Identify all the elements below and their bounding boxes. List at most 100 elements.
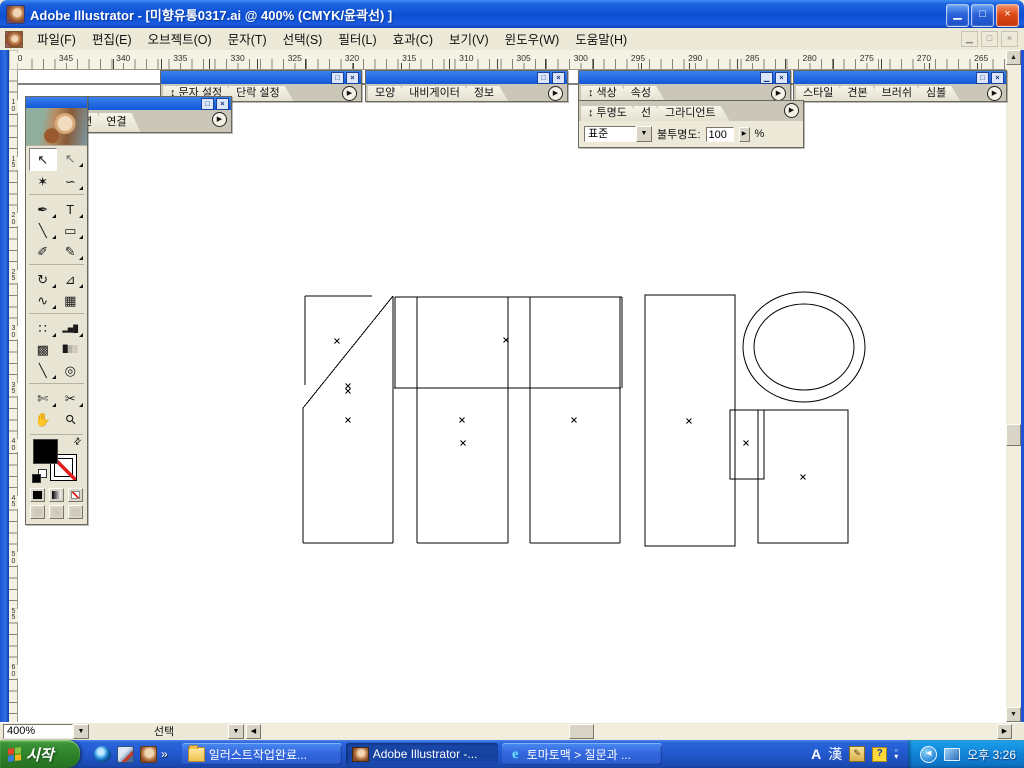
tab-attributes[interactable]: 속성 <box>624 86 665 101</box>
type-tool-icon[interactable]: T <box>57 199 85 220</box>
standard-screen-mode-button[interactable] <box>30 505 45 519</box>
start-button[interactable]: 시작 <box>0 740 80 768</box>
horizontal-scrollbar[interactable] <box>261 724 997 739</box>
palette-maximize-button[interactable]: □ <box>537 72 550 84</box>
palette-menu-button[interactable]: ▶ <box>212 112 227 127</box>
swap-fill-stroke-icon[interactable]: ⇄ <box>72 435 85 448</box>
center-x-anchor[interactable] <box>461 441 466 446</box>
palette-menu-button[interactable]: ▶ <box>342 86 357 101</box>
tab-info[interactable]: 정보 <box>467 86 508 101</box>
toolbox-titlebar[interactable] <box>26 97 87 108</box>
opacity-input[interactable]: 100 <box>706 127 734 142</box>
app-icon[interactable] <box>117 746 134 763</box>
hand-tool-icon[interactable]: ✋ <box>29 409 57 430</box>
palette-close-button[interactable]: × <box>216 98 229 110</box>
rotate-tool-icon[interactable]: ↻ <box>29 269 57 290</box>
tab-gradient[interactable]: 그라디언트 <box>658 106 730 121</box>
palette-close-button[interactable]: × <box>346 72 359 84</box>
palette-titlebar[interactable]: ▁ × <box>579 71 790 84</box>
task-explorer[interactable]: 일러스트작업완료... <box>182 743 342 765</box>
palette-menu-button[interactable]: ▶ <box>987 86 1002 101</box>
fill-swatch[interactable] <box>33 439 58 464</box>
tab-navigator[interactable]: 내비게이터 <box>402 86 474 101</box>
lasso-tool-icon[interactable]: ∽ <box>57 171 85 192</box>
task-browser[interactable]: e토마토맥 > 질문과 ... <box>502 743 662 765</box>
blend-tool-icon[interactable]: ◎ <box>57 360 85 381</box>
pencil-tool-icon[interactable]: ✎ <box>57 241 85 262</box>
center-x-anchor[interactable] <box>744 441 749 446</box>
line-tool-icon[interactable]: ╲ <box>29 220 57 241</box>
graph-tool-icon[interactable]: ▂▅█ <box>57 318 85 339</box>
eyedropper-tool-icon[interactable]: ╲ <box>29 360 57 381</box>
rectangle-tool-icon[interactable]: ▭ <box>57 220 85 241</box>
shape-ellipse[interactable] <box>754 304 854 390</box>
ime-hanja-indicator[interactable]: 漢 <box>828 744 842 764</box>
scroll-right-button[interactable]: ▶ <box>997 724 1012 739</box>
tab-links[interactable]: 연결 <box>99 113 140 132</box>
tab-color[interactable]: ↕ 색상 <box>581 86 631 101</box>
hide-icons-chevron-icon[interactable]: ◀ <box>920 746 937 763</box>
chevron-icon[interactable]: » <box>161 747 168 761</box>
ime-english-indicator[interactable]: A <box>811 746 821 762</box>
direct-selection-tool-icon[interactable]: ↖ <box>57 148 85 169</box>
palette-maximize-button[interactable]: □ <box>331 72 344 84</box>
zoom-level-combo[interactable]: 400% ▼ <box>3 724 89 739</box>
task-illustrator[interactable]: Adobe Illustrator -... <box>346 743 498 765</box>
palette-maximize-button[interactable]: □ <box>201 98 214 110</box>
tab-styles[interactable]: 스타일 <box>796 86 847 101</box>
paintbrush-tool-icon[interactable]: ✐ <box>29 241 57 262</box>
horizontal-scroll-thumb[interactable] <box>569 724 594 739</box>
vertical-scrollbar[interactable]: ▲ ▼ <box>1006 50 1021 722</box>
fullscreen-menu-mode-button[interactable] <box>49 505 64 519</box>
vertical-scroll-thumb[interactable] <box>1006 424 1021 446</box>
shape-ellipse[interactable] <box>743 292 865 402</box>
palette-titlebar[interactable]: □ × <box>63 97 231 110</box>
palette-titlebar[interactable]: □ × <box>366 71 567 84</box>
selection-tool-icon[interactable]: ↖ <box>29 148 57 171</box>
language-options-icon[interactable]: ▫▾ <box>894 748 898 760</box>
center-x-anchor[interactable] <box>687 419 692 424</box>
scroll-down-button[interactable]: ▼ <box>1006 707 1021 722</box>
tab-symbols[interactable]: 심볼 <box>919 86 960 101</box>
center-x-anchor[interactable] <box>346 384 351 389</box>
gradient-tool-icon[interactable]: █▒░ <box>57 339 85 360</box>
opacity-spinner-icon[interactable]: ▶ <box>739 127 750 142</box>
tab-transparency[interactable]: ↕ 투명도 <box>581 106 641 121</box>
palette-minimize-button[interactable]: ▁ <box>760 72 773 84</box>
help-icon[interactable]: ? <box>872 747 887 762</box>
slice-tool-icon[interactable]: ✄ <box>29 388 57 409</box>
zoom-level-value[interactable]: 400% <box>3 724 73 739</box>
warp-tool-icon[interactable]: ∿ <box>29 290 57 311</box>
center-x-anchor[interactable] <box>335 339 340 344</box>
none-button[interactable] <box>68 488 83 502</box>
palette-titlebar[interactable]: □ × <box>161 71 361 84</box>
palette-close-button[interactable]: × <box>775 72 788 84</box>
blend-mode-select[interactable]: 표준 ▼ <box>584 126 652 142</box>
internet-icon[interactable] <box>94 746 111 763</box>
center-x-anchor[interactable] <box>460 418 465 423</box>
center-x-anchor[interactable] <box>346 389 351 394</box>
tab-brushes[interactable]: 브러쉬 <box>875 86 926 101</box>
palette-menu-button[interactable]: ▶ <box>784 103 799 118</box>
palette-close-button[interactable]: × <box>552 72 565 84</box>
magic-wand-tool-icon[interactable]: ✶ <box>29 171 57 192</box>
illustrator-quick-icon[interactable] <box>140 746 157 763</box>
gradient-button[interactable] <box>49 488 64 502</box>
pen-tool-icon[interactable]: ✒ <box>29 199 57 220</box>
scroll-left-button[interactable]: ◀ <box>246 724 261 739</box>
palette-maximize-button[interactable]: □ <box>976 72 989 84</box>
color-button[interactable] <box>30 488 45 502</box>
palette-close-button[interactable]: × <box>991 72 1004 84</box>
palette-menu-button[interactable]: ▶ <box>771 86 786 101</box>
status-dropdown-icon[interactable]: ▼ <box>228 724 244 739</box>
ime-pad-icon[interactable]: ✎ <box>849 746 865 762</box>
palette-titlebar[interactable]: □ × <box>794 71 1006 84</box>
center-x-anchor[interactable] <box>346 418 351 423</box>
blend-mode-value[interactable]: 표준 <box>584 126 636 142</box>
mesh-tool-icon[interactable]: ▩ <box>29 339 57 360</box>
tab-paragraph[interactable]: 단락 설정 <box>229 86 294 101</box>
default-fill-swatch[interactable] <box>32 474 41 483</box>
symbol-sprayer-tool-icon[interactable]: ∷ <box>29 318 57 339</box>
free-transform-tool-icon[interactable]: ▦ <box>57 290 85 311</box>
fullscreen-mode-button[interactable] <box>68 505 83 519</box>
